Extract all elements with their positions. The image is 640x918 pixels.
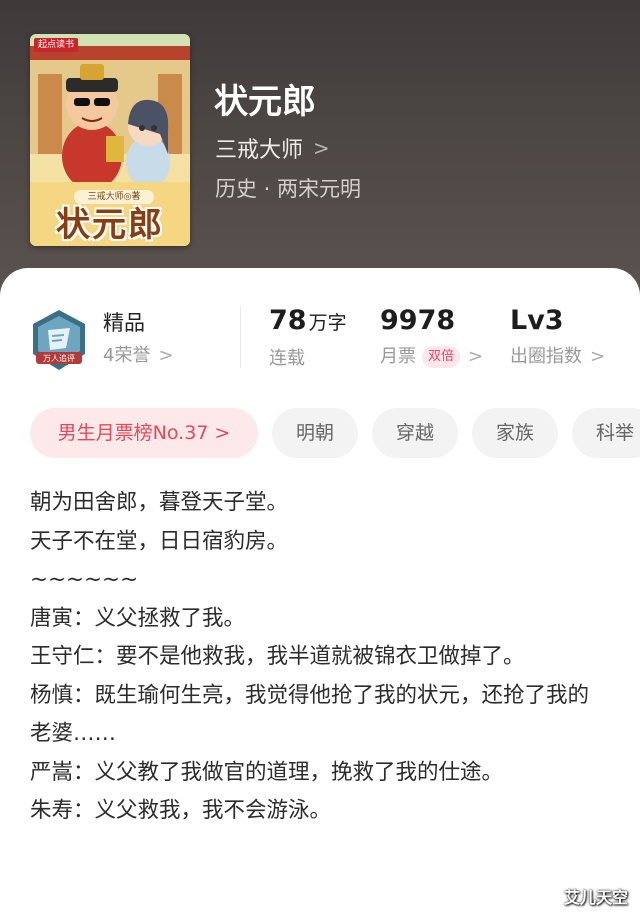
intro-line: 朱寿：义父救我，我不会游泳。 — [30, 798, 332, 823]
book-header: 起点读书 三戒大师◎著 状元郎 状元郎 三戒大师 > 历史 · 两宋元明 — [0, 0, 640, 300]
chevron-right-icon: > — [158, 345, 174, 366]
book-genre: 历史 · 两宋元明 — [215, 177, 362, 201]
intro-line: 王守仁：要不是他救我，我半道就被锦衣卫做掉了。 — [30, 644, 525, 669]
stats-divider — [240, 306, 241, 368]
intro-line: ~~~~~~ — [30, 567, 139, 592]
watermark: 艾儿天空 — [563, 888, 628, 907]
cover-brand-label: 起点读书 — [34, 38, 79, 52]
chevron-right-icon: > — [590, 346, 606, 367]
tag-imperial-exam[interactable]: 科举 — [572, 408, 640, 458]
stat-label: 连载 — [269, 348, 305, 369]
badge-text: 万人追评 — [43, 353, 75, 363]
honor-title: 精品 — [103, 311, 145, 335]
stat-popularity-index[interactable]: Lv3 出圈指数 > — [510, 304, 605, 370]
intro-line: 杨慎：既生瑜何生亮，我觉得他抢了我的状元，还抢了我的老婆…… — [30, 682, 590, 747]
stat-label: 出圈指数 — [510, 346, 582, 367]
stat-value: Lv3 — [510, 305, 564, 336]
honor-count-link[interactable]: 4荣誉 > — [103, 343, 174, 369]
intro-line: 唐寅：义父拯救了我。 — [30, 605, 246, 631]
honor-count: 4荣誉 — [103, 345, 151, 366]
stat-unit: 万字 — [308, 312, 347, 334]
stat-value: 78 — [269, 305, 307, 336]
cover-title-text: 状元郎 — [56, 205, 164, 245]
stat-value: 9978 — [380, 305, 456, 336]
author-name: 三戒大师 — [215, 138, 304, 163]
tag-family[interactable]: 家族 — [472, 408, 558, 458]
tag-ming-dynasty[interactable]: 明朝 — [272, 408, 358, 458]
double-ticket-badge: 双倍 — [422, 346, 461, 368]
chevron-right-icon: > — [313, 136, 330, 160]
book-info-card: 万人追评 精品 4荣誉 > 78 万字 连载 9978 月票 双倍 > Lv3 出圈… — [0, 268, 640, 918]
tag-time-travel[interactable]: 穿越 — [372, 408, 458, 458]
stat-label: 月票 — [380, 346, 416, 367]
book-title: 状元郎 — [214, 82, 316, 122]
book-introduction[interactable]: 朝为田舍郎，暮登天子堂。 天子不在堂，日日宿豹房。 ~~~~~~ 唐寅：义父拯救… — [30, 484, 610, 831]
book-cover[interactable]: 起点读书 三戒大师◎著 状元郎 — [30, 34, 190, 246]
stat-word-count: 78 万字 连载 — [269, 304, 347, 372]
cover-author-label: 三戒大师◎著 — [74, 190, 154, 204]
chevron-right-icon: > — [468, 346, 484, 367]
tag-rank[interactable]: 男生月票榜No.37 > — [30, 408, 258, 458]
intro-line: 天子不在堂，日日宿豹房。 — [30, 528, 289, 554]
honor-badge-icon[interactable]: 万人追评 — [30, 308, 88, 372]
stat-monthly-ticket[interactable]: 9978 月票 双倍 > — [380, 304, 483, 370]
intro-line: 朝为田舍郎，暮登天子堂。 — [30, 490, 289, 515]
intro-line: 严嵩：义父教了我做官的道理，挽救了我的仕途。 — [30, 759, 504, 785]
author-link[interactable]: 三戒大师 > — [215, 132, 330, 164]
tag-row: 男生月票榜No.37 > 明朝 穿越 家族 科举 — [30, 408, 640, 458]
book-detail-page: 起点读书 三戒大师◎著 状元郎 状元郎 三戒大师 > 历史 · 两宋元明 万人追… — [0, 0, 640, 918]
